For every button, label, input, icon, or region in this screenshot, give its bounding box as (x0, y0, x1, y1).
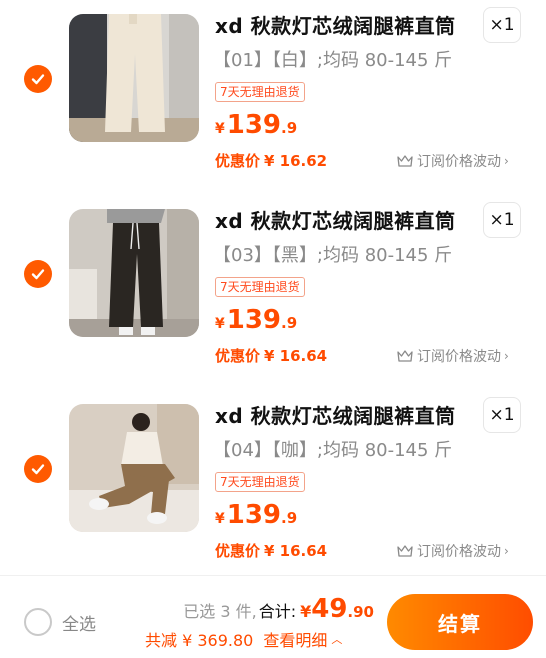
sku-selector[interactable]: 【01】【白】;均码 80-145 斤（ ⌄ (213, 46, 463, 72)
product-image[interactable] (69, 209, 199, 337)
chevron-right-icon: › (504, 544, 509, 558)
return-policy-tag: 7天无理由退货 (215, 277, 305, 297)
subscribe-price-button[interactable]: 订阅价格波动 › (396, 346, 509, 366)
promo-price: 优惠价 ¥ 16.62 (215, 150, 327, 171)
promo-label: 优惠价 (215, 542, 261, 560)
promo-price: 优惠价 ¥ 16.64 (215, 345, 327, 366)
total-decimal: .90 (347, 603, 374, 621)
price: ¥ 139 .9 (215, 305, 297, 335)
price-currency: ¥ (215, 121, 225, 137)
subscribe-price-button[interactable]: 订阅价格波动 › (396, 151, 509, 171)
selected-count: 已选 3 件, (183, 602, 257, 621)
promo-value: ¥ 16.64 (264, 347, 328, 365)
checkout-button[interactable]: 结算 (387, 594, 533, 650)
price-currency: ¥ (215, 511, 225, 527)
price-currency: ¥ (215, 316, 225, 332)
cart-item: xd 秋款灯芯绒阔腿裤直筒 ×1 【03】【黑】;均码 80-145 斤（ ⌄ … (0, 195, 546, 390)
sku-text: 【01】【白】;均码 80-145 斤（ (213, 50, 463, 71)
return-policy-tag: 7天无理由退货 (215, 472, 305, 492)
product-image[interactable] (69, 404, 199, 532)
sku-text: 【03】【黑】;均码 80-145 斤（ (213, 245, 463, 266)
total-label: 合计: (258, 602, 297, 621)
price-decimal: .9 (281, 119, 298, 137)
discount-amount: 共减 ¥ 369.80 (145, 631, 254, 650)
check-icon (31, 74, 45, 85)
item-checkbox[interactable] (24, 65, 52, 93)
promo-label: 优惠价 (215, 152, 261, 170)
price-integer: 139 (226, 305, 282, 335)
return-policy-tag: 7天无理由退货 (215, 82, 305, 102)
promo-value: ¥ 16.62 (264, 152, 328, 170)
discount-summary: 共减 ¥ 369.80 查看明细 ︿ (145, 627, 342, 651)
sku-selector[interactable]: 【03】【黑】;均码 80-145 斤（ ⌄ (213, 241, 463, 267)
quantity-button[interactable]: ×1 (483, 7, 521, 43)
crown-icon (397, 350, 413, 362)
cart-item-list: xd 秋款灯芯绒阔腿裤直筒 ×1 【01】【白】;均码 80-145 斤（ ⌄ … (0, 0, 546, 568)
chevron-up-icon: ︿ (331, 633, 343, 646)
quantity-button[interactable]: ×1 (483, 202, 521, 238)
total-integer: 49 (311, 594, 348, 624)
sku-text: 【04】【咖】;均码 80-145 斤（ (213, 440, 463, 461)
item-checkbox[interactable] (24, 260, 52, 288)
chevron-right-icon: › (504, 349, 509, 363)
price: ¥ 139 .9 (215, 110, 297, 140)
select-all-toggle[interactable]: 全选 (24, 608, 96, 636)
product-image[interactable] (69, 14, 199, 142)
price-decimal: .9 (281, 314, 298, 332)
price-integer: 139 (226, 500, 282, 530)
crown-icon (397, 155, 413, 167)
promo-label: 优惠价 (215, 347, 261, 365)
checkout-bar: 全选 已选 3 件, 合计: ¥ 49 .90 共减 ¥ 369.80 查看明细… (0, 575, 546, 658)
total-currency: ¥ (300, 602, 312, 621)
product-title[interactable]: xd 秋款灯芯绒阔腿裤直筒 (215, 10, 475, 39)
promo-price: 优惠价 ¥ 16.64 (215, 540, 327, 561)
check-icon (31, 464, 45, 475)
quantity-button[interactable]: ×1 (483, 397, 521, 433)
cart-item: xd 秋款灯芯绒阔腿裤直筒 ×1 【01】【白】;均码 80-145 斤（ ⌄ … (0, 0, 546, 195)
price-decimal: .9 (281, 509, 298, 527)
view-details-link[interactable]: 查看明细 (263, 627, 327, 651)
product-title[interactable]: xd 秋款灯芯绒阔腿裤直筒 (215, 400, 475, 429)
select-all-label: 全选 (62, 614, 96, 635)
cart-item: xd 秋款灯芯绒阔腿裤直筒 ×1 【04】【咖】;均码 80-145 斤（ ⌄ … (0, 390, 546, 585)
subscribe-price-button[interactable]: 订阅价格波动 › (396, 541, 509, 561)
product-title[interactable]: xd 秋款灯芯绒阔腿裤直筒 (215, 205, 475, 234)
check-icon (31, 269, 45, 280)
chevron-right-icon: › (504, 154, 509, 168)
price-integer: 139 (226, 110, 282, 140)
promo-value: ¥ 16.64 (264, 542, 328, 560)
item-checkbox[interactable] (24, 455, 52, 483)
subscribe-label: 订阅价格波动 (417, 154, 501, 170)
crown-icon (397, 545, 413, 557)
total-summary: 已选 3 件, 合计: ¥ 49 .90 (183, 594, 374, 624)
subscribe-label: 订阅价格波动 (417, 544, 501, 560)
price: ¥ 139 .9 (215, 500, 297, 530)
select-all-checkbox[interactable] (24, 608, 52, 636)
subscribe-label: 订阅价格波动 (417, 349, 501, 365)
sku-selector[interactable]: 【04】【咖】;均码 80-145 斤（ ⌄ (213, 436, 463, 462)
